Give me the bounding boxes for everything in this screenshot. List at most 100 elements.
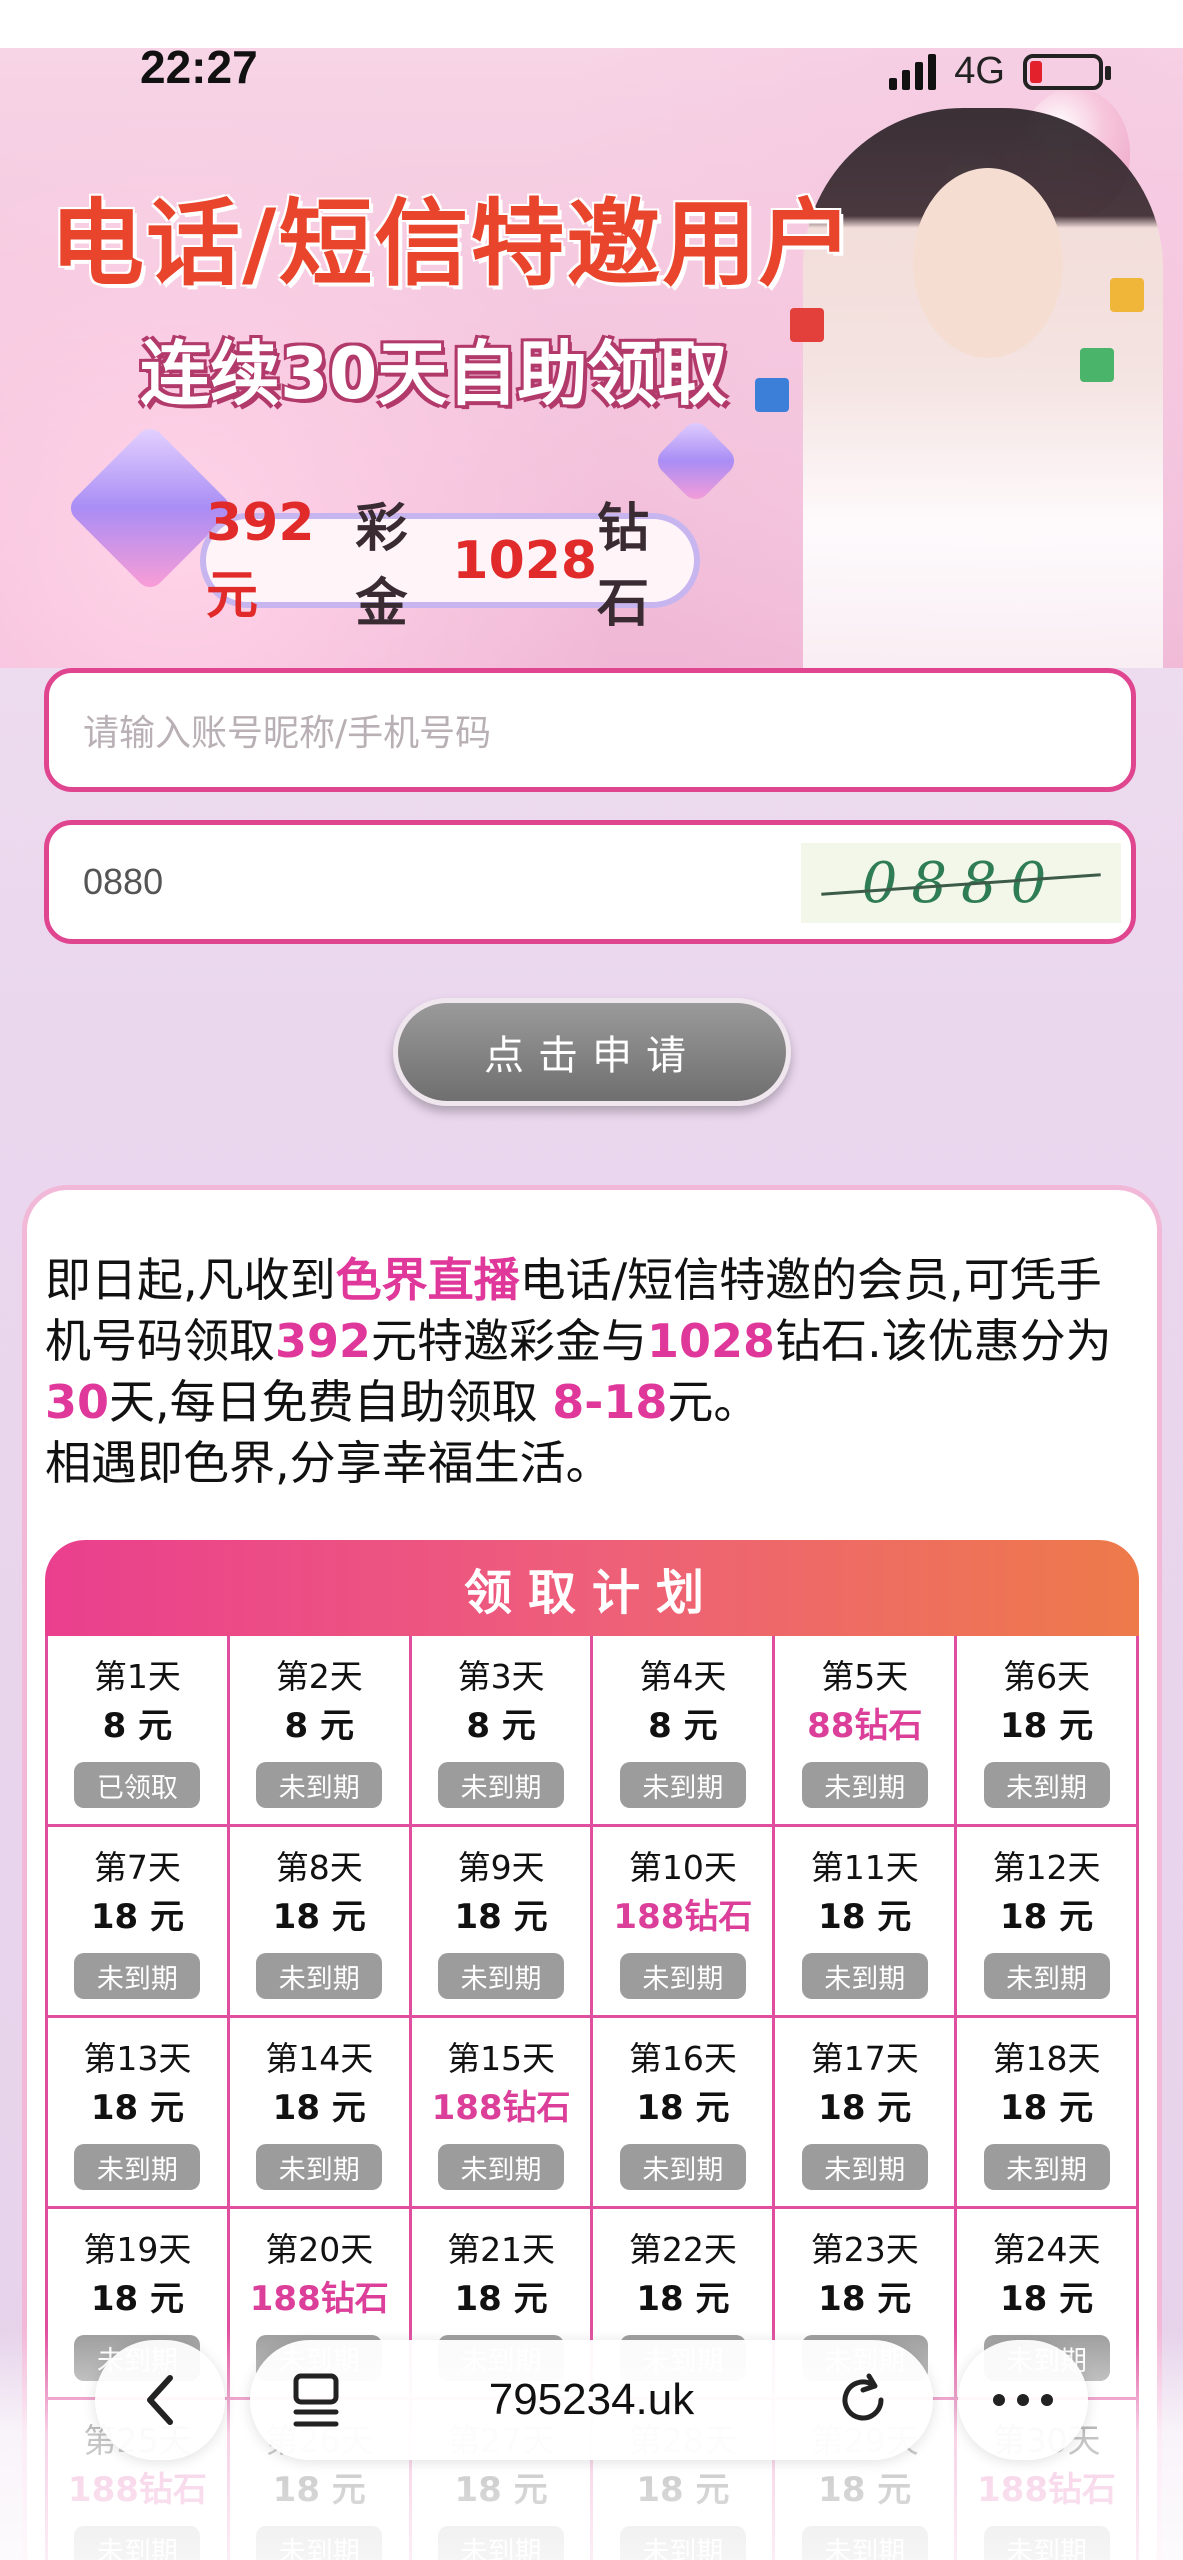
plan-day-amount: 18 元 <box>272 1897 366 1937</box>
plan-day-status-button[interactable]: 未到期 <box>801 2144 928 2190</box>
reload-icon <box>842 2373 884 2421</box>
plan-day-label: 第5天 <box>821 1657 909 1696</box>
plan-day-amount: 18 元 <box>999 1897 1094 1937</box>
plan-day-amount: 18 元 <box>90 1897 184 1937</box>
more-icon <box>993 2394 1053 2406</box>
plan-day-label: 第6天 <box>1003 1657 1091 1696</box>
plan-day-status-button[interactable]: 未到期 <box>438 1762 565 1808</box>
plan-day-cell: 第16天 18 元未到期 <box>593 2018 776 2209</box>
plan-day-amount: 188钻石 <box>431 2088 571 2128</box>
intro-part: 即日起,凡收到 <box>45 1253 336 1307</box>
apply-button[interactable]: 点击申请 <box>393 998 791 1106</box>
pill-label: 彩金 <box>355 498 408 634</box>
plan-day-status-button[interactable]: 未到期 <box>801 1953 928 1999</box>
plan-day-status-button[interactable]: 未到期 <box>983 1953 1110 1999</box>
plan-day-status-button[interactable]: 未到期 <box>983 1762 1110 1808</box>
plan-day-label: 第23天 <box>810 2230 919 2269</box>
plan-day-amount: 18 元 <box>999 2279 1094 2319</box>
model-face <box>913 168 1063 358</box>
more-button[interactable] <box>958 2340 1088 2460</box>
plan-day-cell: 第17天 18 元未到期 <box>775 2018 958 2209</box>
intro-slogan: 相遇即色界,分享幸福生活。 <box>45 1436 612 1490</box>
plan-day-status-button[interactable]: 未到期 <box>256 1953 383 1999</box>
plan-day-status-button[interactable]: 未到期 <box>256 1762 383 1808</box>
intro-part: 元。 <box>667 1375 760 1429</box>
plan-day-label: 第3天 <box>457 1657 545 1696</box>
plan-day-label: 第19天 <box>83 2230 192 2269</box>
intro-amount: 392 <box>275 1314 372 1368</box>
plan-day-label: 第1天 <box>93 1657 181 1696</box>
captcha-input[interactable]: 0880 0880 <box>44 820 1136 944</box>
plan-day-cell: 第10天 188钻石未到期 <box>593 1827 776 2018</box>
plan-day-status-button[interactable]: 未到期 <box>619 1762 746 1808</box>
plan-day-amount: 18 元 <box>90 2279 184 2319</box>
plan-day-status-button[interactable]: 未到期 <box>801 1762 928 1808</box>
plan-day-amount: 188钻石 <box>249 2279 389 2319</box>
plan-day-status-button[interactable]: 未到期 <box>438 2144 565 2190</box>
plan-day-label: 第11天 <box>810 1848 919 1887</box>
plan-day-amount: 88钻石 <box>807 1706 923 1746</box>
plan-day-cell: 第8天 18 元未到期 <box>229 1827 412 2018</box>
plan-day-cell: 第5天 88钻石未到期 <box>775 1636 958 1827</box>
url-text: 795234.uk <box>488 2375 695 2424</box>
plan-day-amount: 18 元 <box>90 2088 184 2128</box>
plan-day-label: 第4天 <box>639 1657 727 1696</box>
plan-day-status-button[interactable]: 未到期 <box>619 1953 746 1999</box>
plan-day-amount: 18 元 <box>454 2279 548 2319</box>
gift-decoration <box>1110 278 1144 312</box>
plan-day-label: 第2天 <box>275 1657 363 1696</box>
plan-day-cell: 第12天 18 元未到期 <box>957 1827 1139 2018</box>
intro-brand: 色界直播 <box>335 1253 520 1307</box>
plan-day-amount: 8 元 <box>466 1706 536 1746</box>
banner-subtitle: 连续30天自助领取 <box>140 333 728 415</box>
status-indicators: 4G <box>889 50 1111 93</box>
promo-banner: 电话/短信特邀用户 连续30天自助领取 392元 彩金 1028 钻石 <box>0 48 1183 668</box>
plan-day-label: 第18天 <box>992 2039 1101 2078</box>
plan-day-cell: 第1天 8 元已领取 <box>48 1636 230 1827</box>
plan-day-status-button[interactable]: 未到期 <box>74 2144 201 2190</box>
plan-day-amount: 18 元 <box>636 2088 730 2128</box>
gift-decoration <box>1080 348 1114 382</box>
plan-day-amount: 18 元 <box>818 1897 912 1937</box>
plan-day-amount: 18 元 <box>818 2279 912 2319</box>
network-type: 4G <box>954 50 1005 92</box>
account-input-placeholder: 请输入账号昵称/手机号码 <box>83 713 492 754</box>
plan-day-status-button[interactable]: 未到期 <box>438 1953 565 1999</box>
back-button[interactable] <box>95 2340 225 2460</box>
plan-day-status-button[interactable]: 未到期 <box>74 1953 201 1999</box>
plan-day-cell: 第13天 18 元未到期 <box>48 2018 230 2209</box>
plan-day-status-button[interactable]: 未到期 <box>983 2144 1110 2190</box>
intro-part: 天,每日免费自助领取 <box>109 1375 553 1429</box>
plan-day-cell: 第14天 18 元未到期 <box>229 2018 412 2209</box>
plan-day-amount: 18 元 <box>818 2088 912 2128</box>
status-time: 22:27 <box>140 41 258 93</box>
plan-day-label: 第10天 <box>628 1848 737 1887</box>
plan-day-label: 第13天 <box>83 2039 192 2078</box>
gift-decoration <box>755 378 789 412</box>
plan-day-status-button[interactable]: 未到期 <box>256 2144 383 2190</box>
plan-day-label: 第17天 <box>810 2039 919 2078</box>
plan-day-label: 第22天 <box>628 2230 737 2269</box>
plan-day-amount: 188钻石 <box>613 1897 753 1937</box>
plan-day-label: 第24天 <box>992 2230 1101 2269</box>
plan-day-cell: 第7天 18 元未到期 <box>48 1827 230 2018</box>
plan-day-amount: 18 元 <box>454 1897 548 1937</box>
plan-day-amount: 8 元 <box>284 1706 354 1746</box>
plan-day-cell: 第18天 18 元未到期 <box>957 2018 1139 2209</box>
plan-day-status-button[interactable]: 已领取 <box>74 1762 201 1808</box>
plan-day-amount: 8 元 <box>102 1706 173 1746</box>
plan-day-cell: 第9天 18 元未到期 <box>411 1827 594 2018</box>
plan-day-cell: 第6天 18 元未到期 <box>957 1636 1139 1827</box>
plan-day-cell: 第4天 8 元未到期 <box>593 1636 776 1827</box>
plan-day-label: 第7天 <box>93 1848 181 1887</box>
reload-button[interactable] <box>835 2370 895 2434</box>
plan-day-amount: 18 元 <box>999 1706 1094 1746</box>
banner-title: 电话/短信特邀用户 <box>50 190 855 299</box>
plan-day-label: 第12天 <box>992 1848 1101 1887</box>
account-input[interactable]: 请输入账号昵称/手机号码 <box>44 668 1136 792</box>
captcha-image[interactable]: 0880 <box>801 843 1121 923</box>
plan-day-status-button[interactable]: 未到期 <box>619 2144 746 2190</box>
address-bar[interactable]: 795234.uk <box>250 2340 933 2460</box>
plan-day-label: 第20天 <box>265 2230 374 2269</box>
pill-label-diamond: 钻石 <box>597 498 650 634</box>
